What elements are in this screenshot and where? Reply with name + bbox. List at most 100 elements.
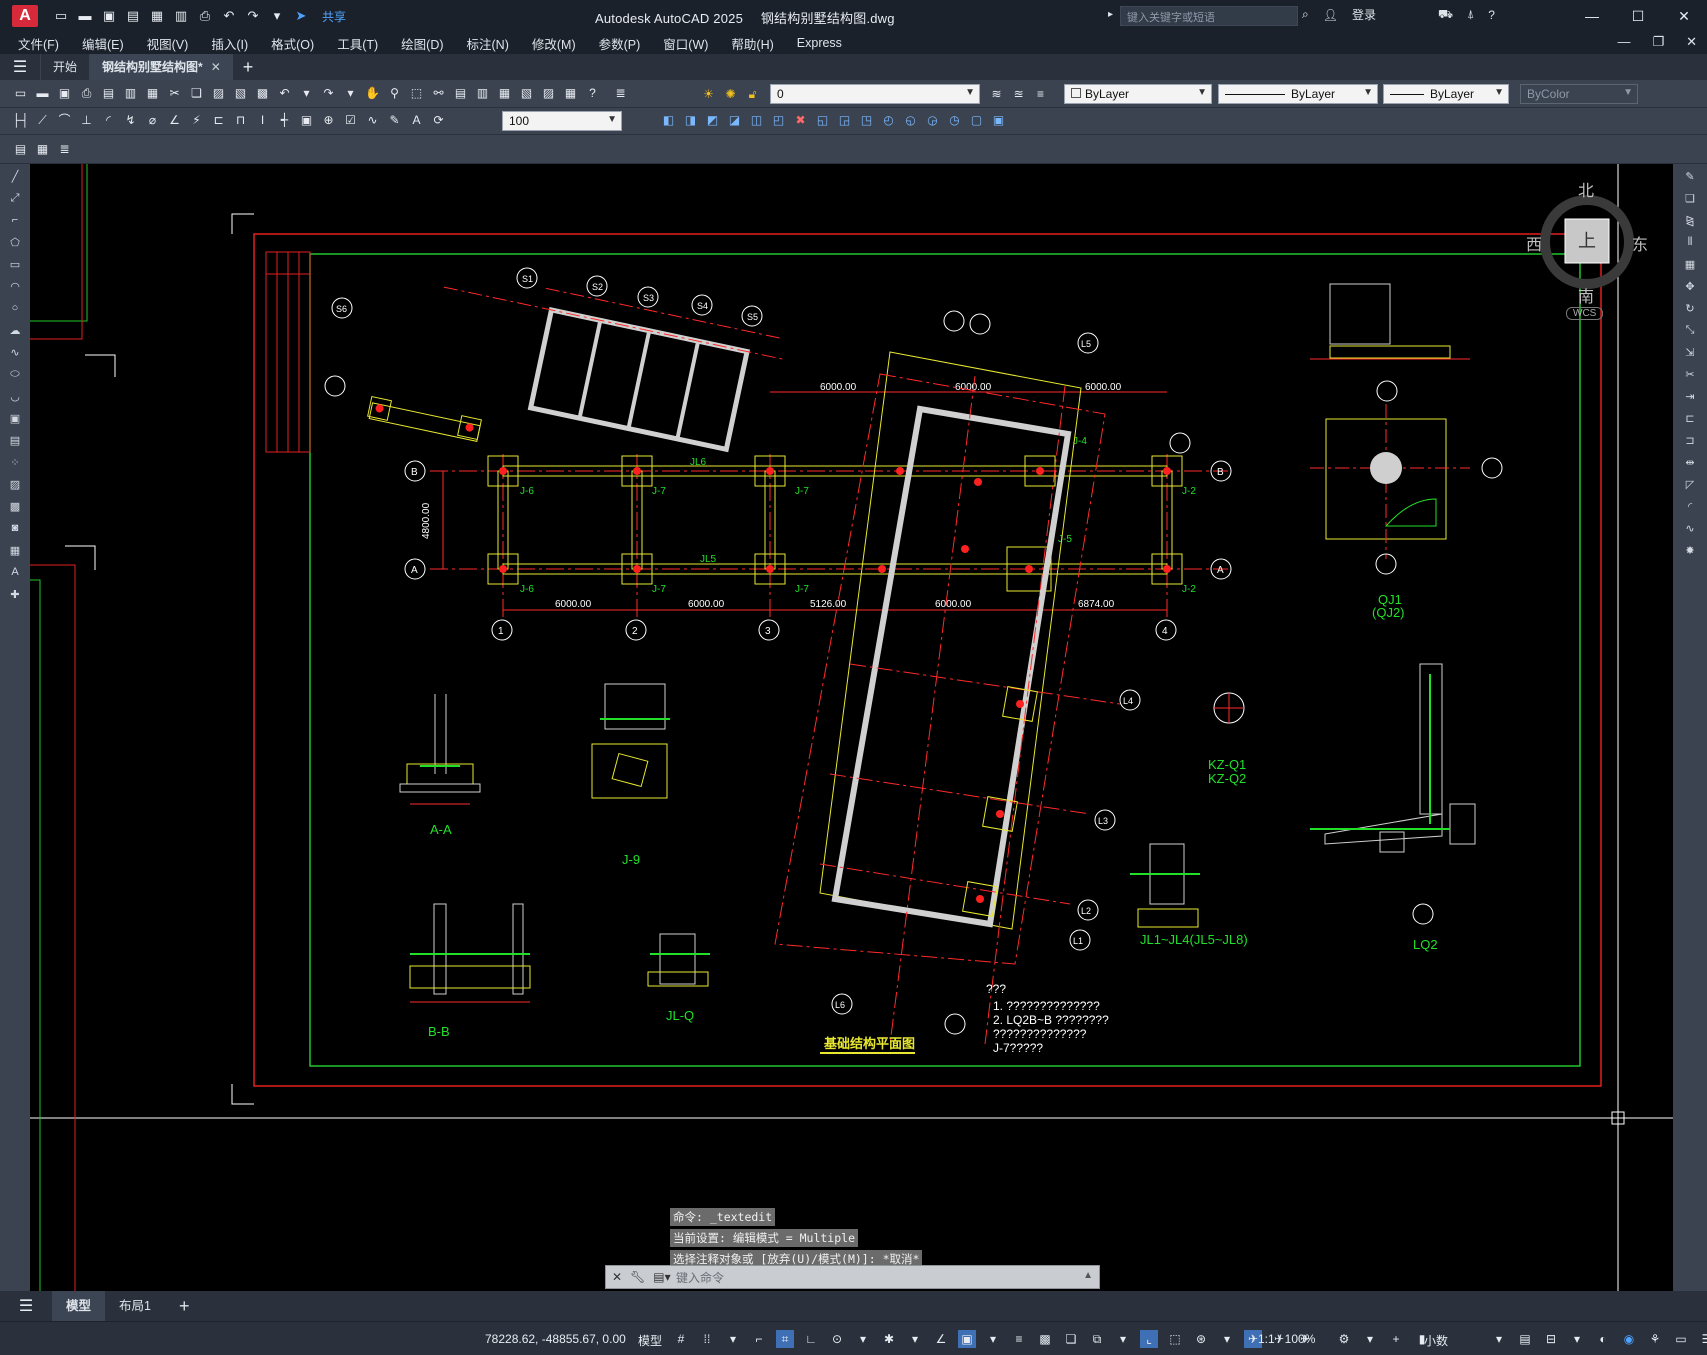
- stretch-icon[interactable]: ⇲: [1682, 346, 1698, 362]
- workspace-switch-icon[interactable]: ⚙: [1335, 1330, 1353, 1348]
- menu-format[interactable]: 格式(O): [271, 34, 314, 53]
- customize-command-icon[interactable]: 🔧︎: [630, 1270, 645, 1284]
- annotation-scale[interactable]: 1:1 / 100%: [1258, 1332, 1315, 1346]
- baseline-icon[interactable]: ⊏: [210, 112, 227, 129]
- autocad-logo-icon[interactable]: A: [12, 5, 38, 27]
- user-arrow-icon[interactable]: ⍋: [1467, 7, 1474, 22]
- lineweight-dropdown[interactable]: ByLayer ▼: [1383, 84, 1509, 104]
- blend-icon[interactable]: ∿: [1682, 522, 1698, 538]
- join-icon[interactable]: ⇹: [1682, 456, 1698, 472]
- tab-layout1[interactable]: 布局1: [105, 1291, 165, 1321]
- hamburger-menu-icon[interactable]: ☰: [0, 57, 40, 77]
- wcs-badge[interactable]: WCS: [1566, 307, 1604, 320]
- tab-start[interactable]: 开始: [40, 54, 89, 80]
- intersect-icon[interactable]: ◩: [704, 112, 721, 129]
- break-icon[interactable]: ⊐: [1682, 434, 1698, 450]
- ortho-icon[interactable]: ∟: [802, 1330, 820, 1348]
- menu-parametric[interactable]: 参数(P): [599, 34, 641, 53]
- osnap-dropdown-icon[interactable]: ▾: [984, 1330, 1002, 1348]
- copy-faces-icon[interactable]: ◳: [858, 112, 875, 129]
- units-display[interactable]: 小数: [1424, 1332, 1448, 1349]
- extrude-faces-icon[interactable]: ◪: [726, 112, 743, 129]
- array-icon[interactable]: ▦: [1682, 258, 1698, 274]
- hardware-accel-icon[interactable]: ◉: [1620, 1330, 1638, 1348]
- angular-icon[interactable]: ∠: [166, 112, 183, 129]
- open-folder-icon[interactable]: ▬: [76, 7, 94, 25]
- iso-dropdown-icon[interactable]: ▾: [906, 1330, 924, 1348]
- aligned-dim-icon[interactable]: ⟋: [34, 112, 51, 129]
- imprint-icon[interactable]: ◵: [902, 112, 919, 129]
- ellipse-icon[interactable]: ⬭: [7, 368, 23, 384]
- move-faces-icon[interactable]: ◫: [748, 112, 765, 129]
- jogged-linear-icon[interactable]: ∿: [364, 112, 381, 129]
- plotstyle-dropdown[interactable]: ByColor ▼: [1520, 84, 1638, 104]
- menu-draw[interactable]: 绘图(D): [401, 34, 443, 53]
- publish-icon[interactable]: ▥: [122, 85, 139, 102]
- cart-icon[interactable]: ⛟: [1438, 7, 1453, 23]
- ellipse-arc-icon[interactable]: ◡: [7, 390, 23, 406]
- new-icon[interactable]: ▭: [12, 85, 29, 102]
- performance-icon[interactable]: ⚘: [1646, 1330, 1664, 1348]
- break-at-point-icon[interactable]: ⊏: [1682, 412, 1698, 428]
- linear-dim-icon[interactable]: ├┤: [12, 112, 29, 129]
- markup-icon[interactable]: ▨: [540, 85, 557, 102]
- layers-icon[interactable]: ≣: [56, 141, 73, 158]
- rectangle-icon[interactable]: ▭: [7, 258, 23, 274]
- polar-dropdown-icon[interactable]: ▾: [854, 1330, 872, 1348]
- offset-faces-icon[interactable]: ◰: [770, 112, 787, 129]
- clean-screen-icon[interactable]: ▭: [1672, 1330, 1690, 1348]
- arc-length-icon[interactable]: ⌒: [56, 112, 73, 129]
- 3d-osnap-dropdown-icon[interactable]: ▾: [1114, 1330, 1132, 1348]
- jogged-icon[interactable]: ↯: [122, 112, 139, 129]
- command-expand-icon[interactable]: ▲: [1083, 1270, 1093, 1281]
- inspect-icon[interactable]: ☑: [342, 112, 359, 129]
- save-as-icon[interactable]: ▤: [124, 7, 142, 25]
- polyline-icon[interactable]: ⌐: [7, 214, 23, 230]
- rotate-faces-icon[interactable]: ◱: [814, 112, 831, 129]
- maximize-icon[interactable]: ☐: [1615, 4, 1661, 28]
- help-icon[interactable]: ?: [1488, 8, 1495, 22]
- 3d-osnap-icon[interactable]: ⧉: [1088, 1330, 1106, 1348]
- customization-icon[interactable]: ☰: [1698, 1330, 1707, 1348]
- diameter-icon[interactable]: ⌀: [144, 112, 161, 129]
- customize-dropdown-icon[interactable]: ▾: [268, 7, 286, 25]
- isodraft-icon[interactable]: ✱: [880, 1330, 898, 1348]
- snap-dropdown-icon[interactable]: ▾: [724, 1330, 742, 1348]
- copy-icon[interactable]: ❏: [188, 85, 205, 102]
- insert-block-icon[interactable]: ▣: [7, 412, 23, 428]
- annotation-monitor-icon[interactable]: +: [1387, 1330, 1405, 1348]
- center-mark-icon[interactable]: ⊕: [320, 112, 337, 129]
- command-input-bar[interactable]: ✕ 🔧︎ ▤▾ 键入命令 ▲: [605, 1265, 1100, 1289]
- layer-freeze-icon[interactable]: ✺: [722, 86, 739, 103]
- menu-edit[interactable]: 编辑(E): [82, 34, 124, 53]
- scale-icon[interactable]: ⤡: [1682, 324, 1698, 340]
- design-center-icon[interactable]: ▥: [474, 85, 491, 102]
- viewcube-east[interactable]: 东: [1632, 231, 1648, 255]
- selection-cycling-icon[interactable]: ❏: [1062, 1330, 1080, 1348]
- union-icon[interactable]: ◧: [660, 112, 677, 129]
- rotate-icon[interactable]: ↻: [1682, 302, 1698, 318]
- redo-icon[interactable]: ↷: [244, 7, 262, 25]
- grid-icon[interactable]: #: [672, 1330, 690, 1348]
- redo-dropdown-icon[interactable]: ▾: [342, 85, 359, 102]
- search-input[interactable]: 键入关键字或短语: [1120, 6, 1298, 26]
- open-icon[interactable]: ▬: [34, 85, 51, 102]
- check-icon[interactable]: ▣: [990, 112, 1007, 129]
- polar-icon[interactable]: ⊙: [828, 1330, 846, 1348]
- dynamic-input-icon[interactable]: ⌗: [776, 1330, 794, 1348]
- menu-tools[interactable]: 工具(T): [337, 34, 378, 53]
- ordinate-icon[interactable]: ⊥: [78, 112, 95, 129]
- explode-icon[interactable]: ✸: [1682, 544, 1698, 560]
- radius-icon[interactable]: ◜: [100, 112, 117, 129]
- share-button[interactable]: 共享: [322, 8, 346, 25]
- point-icon[interactable]: ⁘: [7, 456, 23, 472]
- print-icon[interactable]: ⎙: [196, 7, 214, 25]
- quick-properties-icon[interactable]: ▤: [1516, 1330, 1534, 1348]
- line-icon[interactable]: ╱: [7, 170, 23, 186]
- user-icon[interactable]: 👤︎: [1323, 8, 1338, 22]
- redo-icon[interactable]: ↷: [320, 85, 337, 102]
- doc-restore-icon[interactable]: ❐: [1652, 34, 1664, 50]
- lineweight-icon[interactable]: ≡: [1010, 1330, 1028, 1348]
- osnap-icon[interactable]: ▣: [958, 1330, 976, 1348]
- viewcube-top[interactable]: 上: [1578, 227, 1596, 253]
